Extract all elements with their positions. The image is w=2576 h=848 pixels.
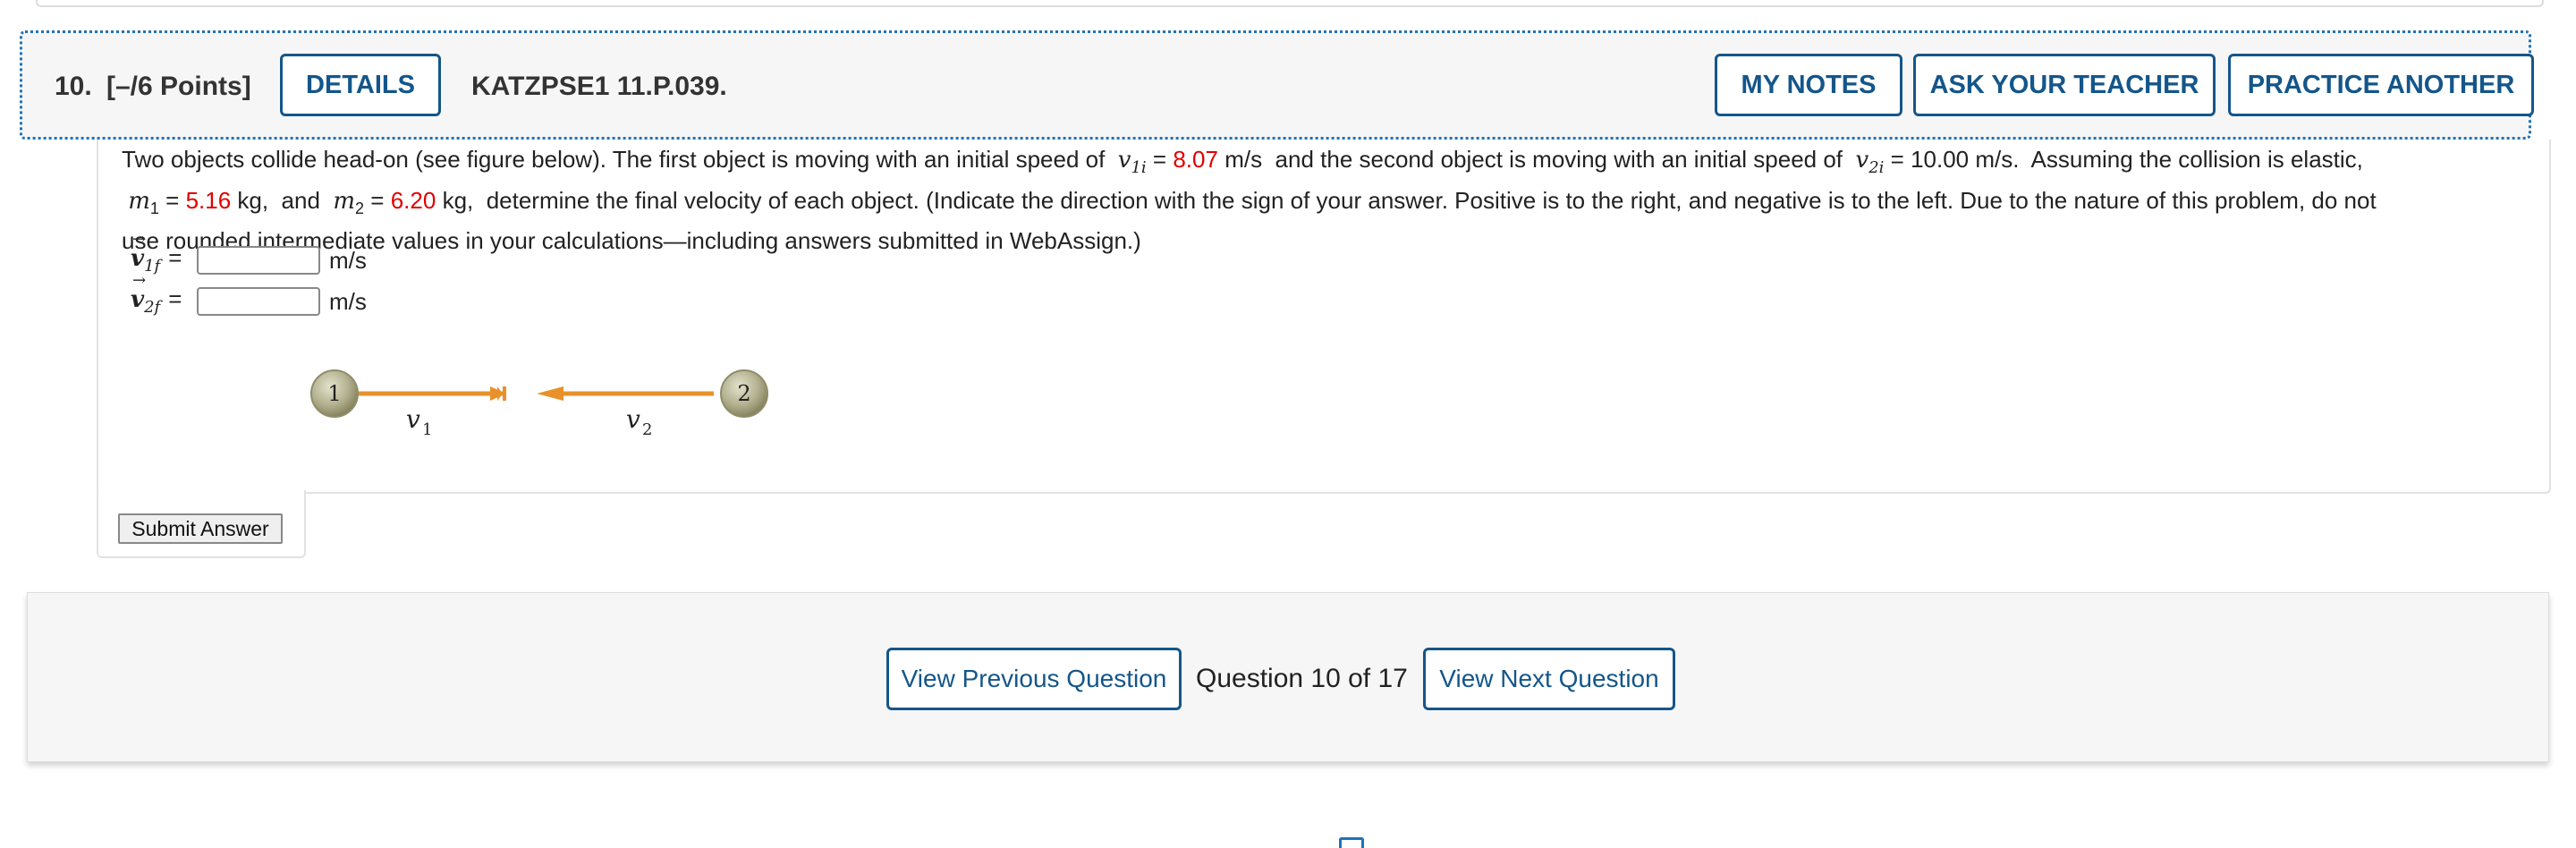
v2-sub: 2 (642, 420, 652, 439)
v1f-unit: m/s (329, 246, 367, 274)
v2f-label: → v2f = (131, 271, 182, 318)
vector-arrow-icon: → (132, 271, 147, 291)
problem-text: Two objects collide head-on (see figure … (122, 143, 2519, 257)
v1f-input[interactable] (197, 246, 320, 275)
m2-value: 6.20 (390, 187, 436, 215)
v1i-value: 8.07 (1173, 146, 1218, 173)
practice-another-button[interactable]: PRACTICE ANOTHER (2228, 54, 2534, 116)
question-points: [–/6 Points] (106, 72, 251, 101)
question-number: 10. (55, 72, 92, 101)
ask-your-teacher-button[interactable]: ASK YOUR TEACHER (1913, 54, 2216, 116)
question-code: KATZPSE1 11.P.039. (471, 72, 727, 101)
v2-label: v (626, 404, 640, 434)
answer-row-v2f: → v2f = m/s (131, 271, 367, 319)
view-previous-question-button[interactable]: View Previous Question (886, 648, 1182, 710)
question-header: 10. [–/6 Points] DETAILS KATZPSE1 11.P.0… (20, 30, 2534, 140)
v1-label: v (406, 404, 420, 434)
v1-sub: 1 (422, 420, 432, 439)
problem-line-2: m1 = 5.16 kg, and m2 = 6.20 kg, determin… (128, 187, 2377, 218)
collision-figure: 1 2 v 1 v 2 (310, 369, 768, 439)
answer-row-v1f: → v1f = m/s (131, 230, 367, 278)
vector-arrow-icon: → (132, 230, 147, 250)
v2-arrow-head (537, 386, 564, 401)
m1-value: 5.16 (185, 187, 232, 215)
submit-answer-button[interactable]: Submit Answer (118, 513, 283, 544)
view-next-question-button[interactable]: View Next Question (1423, 648, 1675, 710)
ball-1-label: 1 (327, 381, 341, 406)
my-notes-button[interactable]: MY NOTES (1715, 54, 1902, 116)
question-navigation: View Previous Question Question 10 of 17… (27, 592, 2549, 762)
problem-line-1: Two objects collide head-on (see figure … (122, 146, 2363, 178)
question-counter: Question 10 of 17 (1196, 664, 1408, 693)
ball-2-label: 2 (737, 381, 750, 406)
calendar-icon (1339, 837, 1364, 848)
details-button[interactable]: DETAILS (280, 54, 441, 116)
v2i-value: 10.00 (1911, 146, 1970, 173)
v2f-input[interactable] (197, 287, 320, 316)
problem-line-3: use rounded intermediate values in your … (122, 227, 1141, 255)
v2f-unit: m/s (329, 287, 367, 315)
previous-question-border (36, 0, 2544, 7)
